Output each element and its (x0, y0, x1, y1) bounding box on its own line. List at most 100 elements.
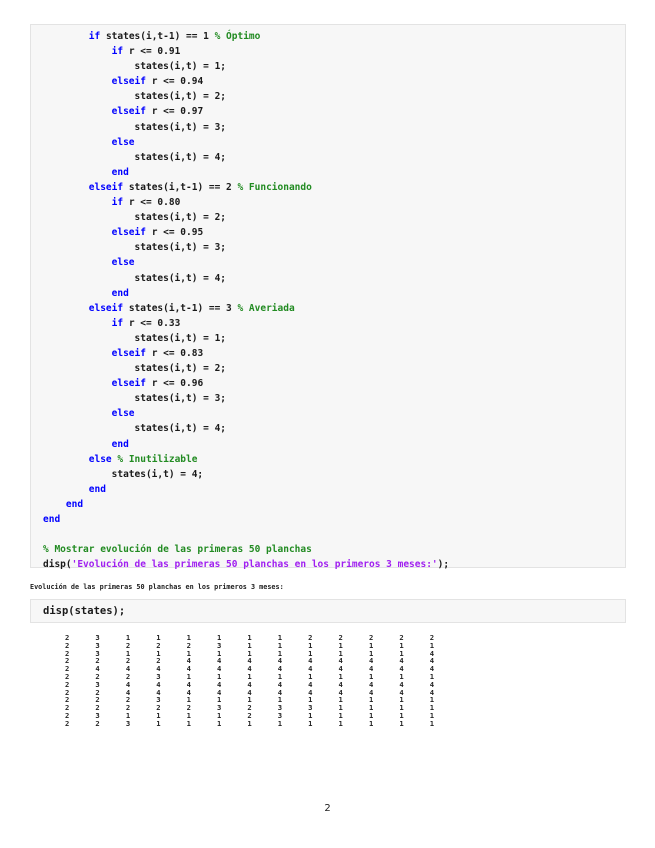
code-keyword: if (111, 317, 124, 329)
code-line: disp('Evolución de las primeras 50 planc… (43, 557, 449, 572)
code-keyword: elseif (111, 76, 146, 88)
matrix-cell: 1 (308, 718, 313, 728)
code-line: elseif r <= 0.97 (43, 104, 449, 119)
code-line: states(i,t) = 4; (43, 467, 449, 482)
code-keyword: else (111, 136, 135, 148)
matrix-cell: 1 (186, 718, 191, 728)
code-text: r <= 0.97 (145, 106, 204, 118)
code-keyword: else (111, 257, 135, 269)
states-matrix-output: 2311111122222232223111111123111111111142… (52, 634, 447, 728)
code-line: if r <= 0.80 (43, 195, 449, 210)
code-line: end (43, 165, 449, 180)
code-line: states(i,t) = 1; (43, 331, 449, 346)
code-line: states(i,t) = 4; (43, 150, 449, 165)
code-keyword: end (111, 166, 129, 178)
code-line: states(i,t) = 4; (43, 271, 449, 286)
code-comment: % Óptimo (214, 31, 261, 42)
code-text: states(i,t) = 4; (43, 468, 204, 480)
code-line: states(i,t) = 4; (43, 421, 449, 436)
code-line: states(i,t) = 1; (43, 59, 449, 74)
code-line: states(i,t) = 2; (43, 89, 449, 104)
code-text: states(i,t) = 2; (43, 91, 227, 103)
code-keyword: elseif (88, 302, 124, 314)
code-text: r <= 0.94 (145, 76, 204, 88)
code-line: % Mostrar evolución de las primeras 50 p… (43, 542, 449, 557)
code-text: r <= 0.80 (123, 197, 181, 209)
code-line: disp(states); (43, 605, 126, 617)
matrix-cell: 1 (247, 718, 252, 728)
code-line: end (43, 286, 449, 301)
code-line: else % Inutilizable (43, 452, 449, 467)
matrix-cell: 3 (125, 718, 131, 728)
code-text: states(i,t) = 4; (43, 151, 227, 163)
code-keyword: if (111, 197, 124, 209)
code-line: elseif states(i,t-1) == 2 % Funcionando (43, 180, 449, 195)
code-text: states(i,t) = 3; (43, 121, 227, 133)
code-keyword: if (88, 31, 101, 42)
code-text: states(i,t-1) == 1 (100, 31, 215, 42)
matrix-cell: 2 (95, 718, 100, 728)
code-text: disp( (43, 559, 72, 571)
code-cell[interactable]: if states(i,t-1) == 1 % Óptimo if r <= 0… (30, 24, 626, 570)
code-text: states(i,t) = 2; (43, 363, 227, 375)
code-keyword: end (88, 483, 106, 495)
matrix-cell: 1 (338, 718, 343, 728)
code-text: states(i,t) = 3; (43, 242, 227, 254)
code-text: states(i,t) = 4; (43, 272, 227, 284)
code-line: elseif r <= 0.83 (43, 346, 449, 361)
code-text: states(i,t) = 1; (43, 332, 227, 344)
code-text: r <= 0.96 (145, 378, 204, 390)
code-line: states(i,t) = 2; (43, 361, 449, 376)
code-text: states(i,t-1) == 2 (123, 181, 238, 193)
code-line: else (43, 135, 449, 150)
code-line: if r <= 0.33 (43, 316, 449, 331)
code-keyword: elseif (111, 378, 146, 390)
code-keyword: elseif (111, 227, 146, 239)
matrix-row: 2 2 3 1 1 1 1 1 1 1 1 1 1 (52, 718, 447, 728)
code-comment: % Mostrar evolución de las primeras 50 p… (43, 544, 312, 556)
code-text: states(i,t) = 4; (43, 423, 227, 435)
code-keyword: elseif (111, 106, 146, 118)
code-comment: % Funcionando (237, 181, 312, 193)
code-text: r <= 0.83 (145, 347, 204, 359)
code-line: states(i,t) = 3; (43, 391, 449, 406)
code-line: states(i,t) = 2; (43, 210, 449, 225)
code-keyword: if (111, 46, 124, 58)
code-keyword: else (111, 408, 135, 420)
matrix-cell: 1 (156, 718, 161, 728)
matrix-cell: 1 (277, 718, 283, 728)
code-line: states(i,t) = 3; (43, 120, 449, 135)
code-line: if states(i,t-1) == 1 % Óptimo (43, 29, 449, 44)
code-keyword: end (111, 287, 129, 299)
code-line: elseif r <= 0.96 (43, 376, 449, 391)
code-line: end (43, 512, 449, 527)
code-text: r <= 0.91 (123, 46, 181, 58)
code-line: states(i,t) = 3; (43, 240, 449, 255)
code-keyword: end (65, 498, 84, 510)
code-line: elseif r <= 0.95 (43, 225, 449, 240)
code-cell-disp[interactable]: disp(states); (30, 599, 626, 623)
code-text: states(i,t) = 1; (43, 61, 227, 73)
code-line: if r <= 0.91 (43, 44, 449, 59)
code-line: elseif r <= 0.94 (43, 74, 449, 89)
code-line: end (43, 437, 449, 452)
code-text: states(i,t-1) == 3 (123, 302, 238, 314)
code-text: states(i,t) = 3; (43, 393, 227, 405)
code-line: elseif states(i,t-1) == 3 % Averiada (43, 301, 449, 316)
